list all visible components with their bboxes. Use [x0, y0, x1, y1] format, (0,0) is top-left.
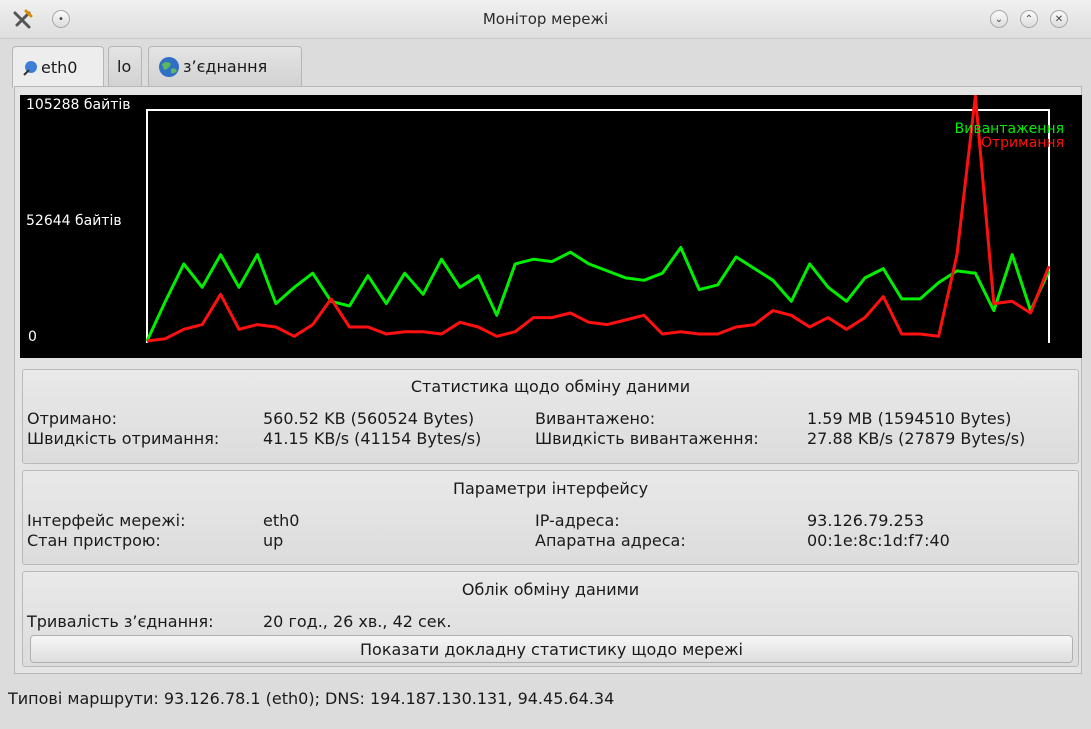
- network-icon: [23, 60, 37, 76]
- interface-params-group: Параметри інтерфейсу Інтерфейс мережі: e…: [22, 470, 1079, 565]
- ip-label: IP-адреса:: [535, 511, 620, 530]
- uploaded-value: 1.59 MB (1594510 Bytes): [807, 409, 1012, 428]
- window-title: Монітор мережі: [482, 10, 609, 28]
- duration-label: Тривалість з’єднання:: [27, 612, 214, 631]
- traffic-graph: 105288 байтів 52644 байтів 0 Вивантаженн…: [20, 95, 1082, 358]
- download-series-line: [146, 95, 1051, 343]
- state-label: Стан пристрою:: [27, 531, 161, 550]
- tab-label: lo: [117, 57, 132, 76]
- close-button[interactable]: ✕: [1050, 10, 1068, 28]
- group-title: Параметри інтерфейсу: [452, 479, 649, 498]
- tab-eth0[interactable]: eth0: [12, 46, 104, 88]
- hw-value: 00:1e:8c:1d:f7:40: [807, 531, 950, 550]
- tab-lo[interactable]: lo: [108, 46, 142, 86]
- traffic-stats-group: Статистика щодо обміну даними Отримано: …: [22, 369, 1079, 464]
- ip-value: 93.126.79.253: [807, 511, 925, 530]
- iface-name-value: eth0: [263, 511, 300, 530]
- state-value: up: [263, 531, 284, 550]
- globe-icon: [159, 56, 179, 77]
- uploaded-label: Вивантажено:: [535, 409, 656, 428]
- maximize-button[interactable]: ⌃: [1020, 10, 1038, 28]
- status-bar: Типові маршрути: 93.126.78.1 (eth0); DNS…: [8, 689, 615, 708]
- legend-download: Отримання: [980, 135, 1064, 151]
- duration-value: 20 год., 26 хв., 42 сек.: [263, 612, 452, 631]
- rx-speed-label: Швидкість отримання:: [27, 429, 220, 448]
- plot-area: [145, 95, 1051, 343]
- tab-label: з’єднання: [183, 57, 268, 76]
- tx-speed-label: Швидкість вивантаження:: [535, 429, 759, 448]
- group-title: Статистика щодо обміну даними: [410, 377, 691, 396]
- upload-series-line: [145, 246, 1051, 342]
- rx-speed-value: 41.15 KB/s (41154 Bytes/s): [263, 429, 482, 448]
- show-detailed-stats-button[interactable]: Показати докладну статистику щодо мережі: [30, 635, 1073, 663]
- hw-label: Апаратна адреса:: [535, 531, 686, 550]
- tx-speed-value: 27.88 KB/s (27879 Bytes/s): [807, 429, 1026, 448]
- received-value: 560.52 KB (560524 Bytes): [263, 409, 475, 428]
- tab-label: eth0: [41, 58, 78, 77]
- network-monitor-window: • Монітор мережі ⌄ ⌃ ✕ eth0 lo з’єднання…: [0, 0, 1091, 729]
- title-bar: • Монітор мережі ⌄ ⌃ ✕: [0, 0, 1091, 39]
- iface-name-label: Інтерфейс мережі:: [27, 511, 186, 530]
- group-title: Облік обміну даними: [461, 580, 640, 599]
- received-label: Отримано:: [27, 409, 117, 428]
- tab-connections[interactable]: з’єднання: [148, 46, 302, 86]
- minimize-button[interactable]: ⌄: [990, 10, 1008, 28]
